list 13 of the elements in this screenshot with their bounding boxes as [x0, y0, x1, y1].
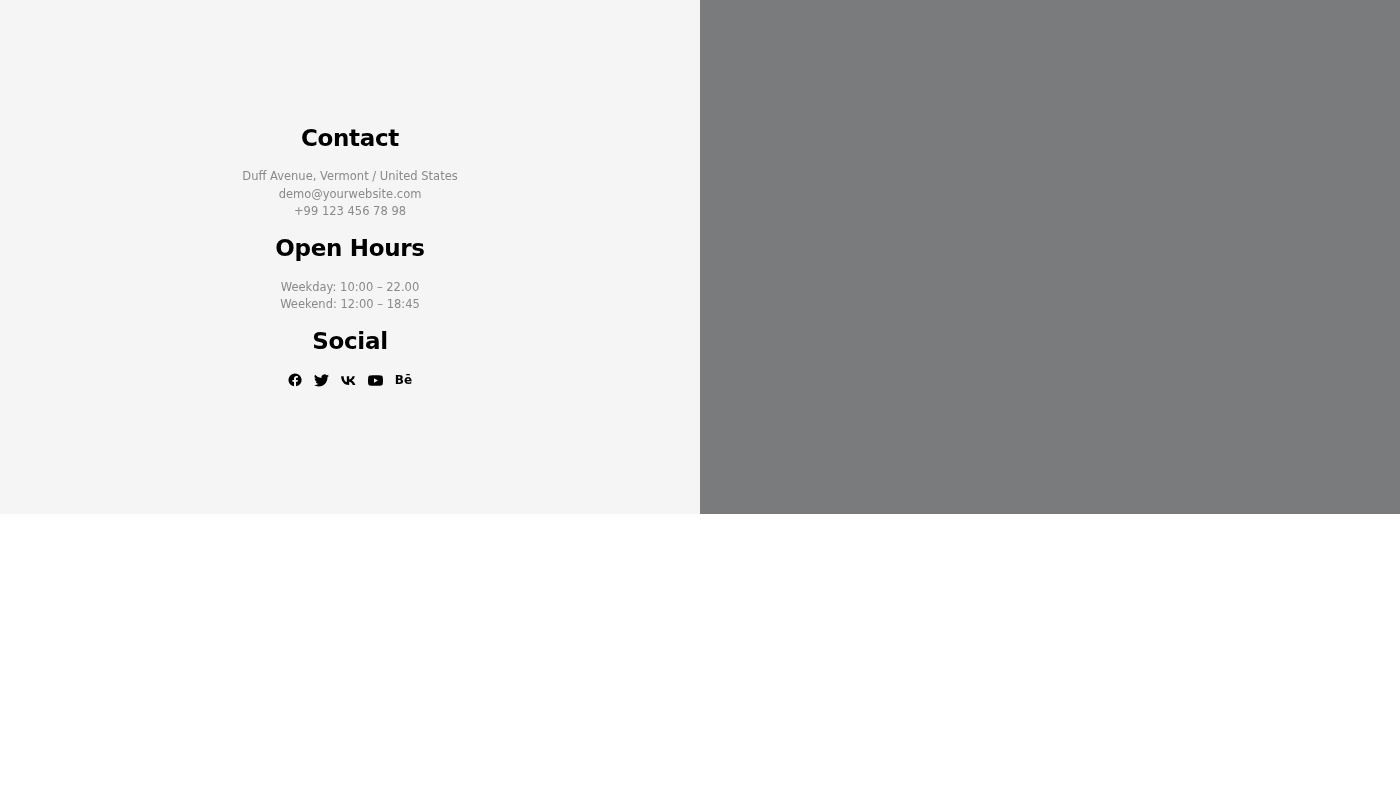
info-text: Weekend: 12:00 – 18:45 [280, 296, 420, 314]
info-text: +99 123 456 78 98 [293, 203, 407, 221]
youtube-icon[interactable] [367, 374, 383, 386]
section-heading: Open Hours [275, 234, 425, 263]
social-link[interactable]: Bē [394, 371, 413, 390]
info-text: Duff Avenue, Vermont / United States [242, 168, 458, 186]
section-heading: Social [312, 327, 388, 356]
section-heading: Contact [300, 124, 400, 153]
facebook-icon[interactable] [287, 373, 302, 388]
vk-icon[interactable] [340, 375, 356, 385]
twitter-icon[interactable] [313, 373, 329, 387]
info-text: demo@yourwebsite.com [278, 185, 422, 203]
info-text: Weekday: 10:00 – 22.00 [280, 278, 420, 296]
